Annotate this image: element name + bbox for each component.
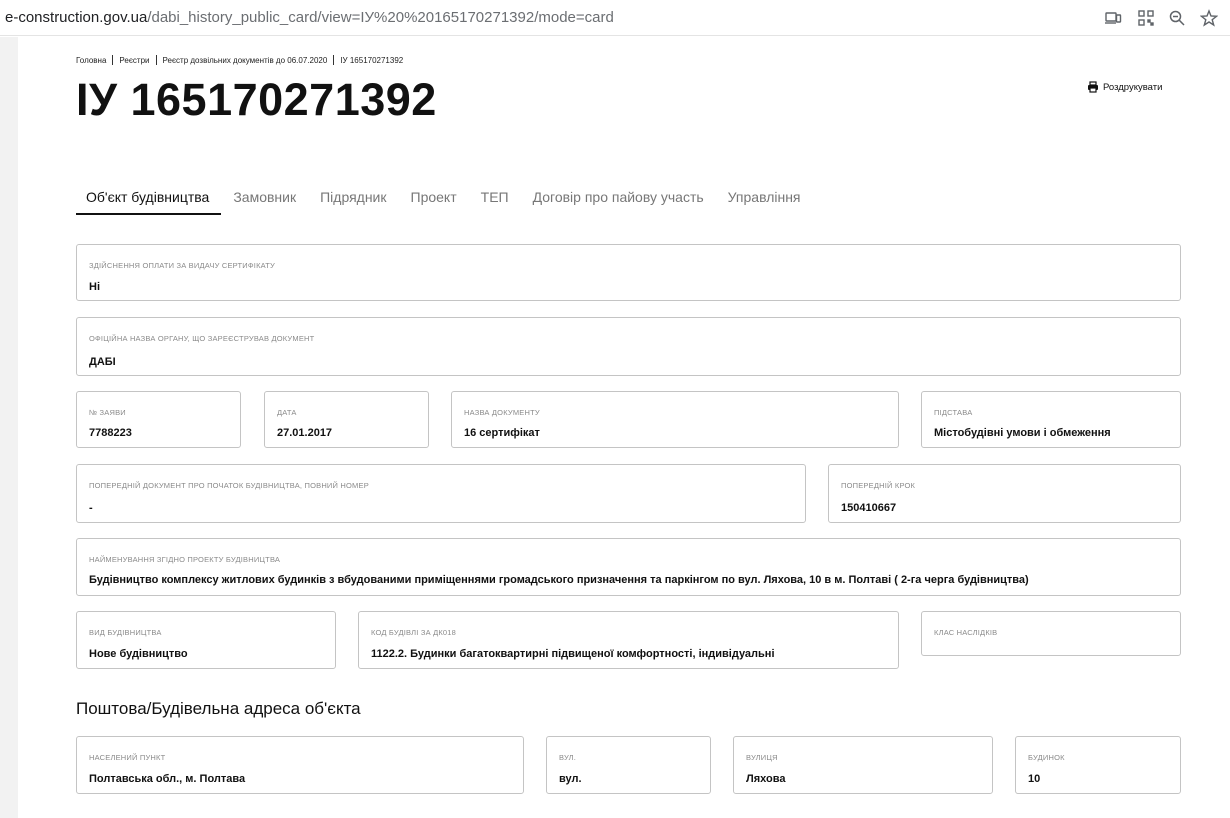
tab-contractor[interactable]: Підрядник xyxy=(320,185,398,215)
field-label: Будинок xyxy=(1028,753,1065,762)
breadcrumb-separator xyxy=(112,55,114,65)
tabs: Об'єкт будівництва Замовник Підрядник Пр… xyxy=(76,185,825,215)
field-label: Назва документу xyxy=(464,408,540,417)
tab-project[interactable]: Проект xyxy=(411,185,469,215)
field-value: - xyxy=(89,502,93,514)
field-value: 27.01.2017 xyxy=(277,427,333,439)
field-application-no: № заяви 7788223 xyxy=(76,391,241,448)
field-value: Ляхова xyxy=(746,773,786,785)
field-label: Вулиця xyxy=(746,753,778,762)
breadcrumb-registry[interactable]: Реєстр дозвільних документів до 06.07.20… xyxy=(163,56,328,65)
field-value: Ні xyxy=(89,281,100,293)
field-label: Попередній документ про початок будівниц… xyxy=(89,481,369,490)
field-building: Будинок 10 xyxy=(1015,736,1181,794)
field-value: 16 сертифікат xyxy=(464,427,540,439)
field-label: Клас наслідків xyxy=(934,628,998,637)
breadcrumb-separator xyxy=(155,55,157,65)
zoom-icon[interactable] xyxy=(1168,9,1186,27)
field-label: Здійснення оплати за видачу сертифікату xyxy=(89,261,275,270)
printer-icon xyxy=(1088,81,1098,93)
field-previous-step: Попередній крок 150410667 xyxy=(828,464,1181,523)
field-street: Вулиця Ляхова xyxy=(733,736,993,794)
field-label: Офіційна назва органу, що зареєстрував д… xyxy=(89,334,315,343)
star-icon[interactable] xyxy=(1200,9,1218,27)
tab-object[interactable]: Об'єкт будівництва xyxy=(76,185,222,215)
field-value: Полтавська обл., м. Полтава xyxy=(89,773,246,785)
tab-share-agreement[interactable]: Договір про пайову участь xyxy=(533,185,716,215)
field-label: Вул. xyxy=(559,753,577,762)
field-value: Нове будівництво xyxy=(89,648,188,660)
qr-code-icon[interactable] xyxy=(1137,9,1155,27)
field-value: 150410667 xyxy=(841,502,897,514)
address-section-title: Поштова/Будівельна адреса об'єкта xyxy=(76,699,361,718)
field-building-code: Код будівлі за ДК018 1122.2. Будинки баг… xyxy=(358,611,899,669)
field-value: вул. xyxy=(559,773,582,785)
devices-icon[interactable] xyxy=(1104,9,1122,27)
field-label: Код будівлі за ДК018 xyxy=(371,628,457,637)
field-value: 1122.2. Будинки багатоквартирні підвищен… xyxy=(371,648,775,660)
field-value: ДАБІ xyxy=(89,356,116,368)
breadcrumb: Головна Реєстри Реєстр дозвільних докуме… xyxy=(76,55,403,65)
breadcrumb-registries[interactable]: Реєстри xyxy=(119,56,149,65)
field-value: Містобудівні умови і обмеження xyxy=(934,427,1111,439)
field-settlement: Населений пункт Полтавська обл., м. Полт… xyxy=(76,736,524,794)
breadcrumb-separator xyxy=(333,55,335,65)
breadcrumb-current: ІУ 165170271392 xyxy=(340,55,404,65)
field-project-name: Найменування згідно проекту будівництва … xyxy=(76,538,1181,596)
field-date: Дата 27.01.2017 xyxy=(264,391,429,448)
field-street-type: Вул. вул. xyxy=(546,736,711,794)
field-previous-document: Попередній документ про початок будівниц… xyxy=(76,464,806,523)
field-consequence-class: Клас наслідків xyxy=(921,611,1181,656)
field-label: Дата xyxy=(277,408,297,417)
tab-tep[interactable]: ТЕП xyxy=(481,185,521,215)
field-label: Найменування згідно проекту будівництва xyxy=(89,555,281,564)
url-host: e-construction.gov.ua xyxy=(5,9,148,26)
field-construction-type: Вид будівництва Нове будівництво xyxy=(76,611,336,669)
field-payment: Здійснення оплати за видачу сертифікату … xyxy=(76,244,1181,301)
left-page-strip xyxy=(0,37,18,818)
print-button[interactable]: Роздрукувати xyxy=(1087,81,1162,93)
field-label: № заяви xyxy=(89,408,126,417)
field-label: Попередній крок xyxy=(841,481,916,490)
field-authority: Офіційна назва органу, що зареєстрував д… xyxy=(76,317,1181,376)
field-value: 10 xyxy=(1028,773,1041,785)
field-basis: Підстава Містобудівні умови і обмеження xyxy=(921,391,1181,448)
breadcrumb-home[interactable]: Головна xyxy=(76,56,106,65)
tab-management[interactable]: Управління xyxy=(728,185,813,215)
page-title: ІУ 165170271392 xyxy=(76,74,437,125)
field-label: Підстава xyxy=(934,408,973,417)
field-label: Населений пункт xyxy=(89,753,166,762)
field-label: Вид будівництва xyxy=(89,628,162,637)
print-label: Роздрукувати xyxy=(1103,81,1163,93)
field-value: Будівництво комплексу житлових будинків … xyxy=(89,574,1029,586)
url-path: /dabi_history_public_card/view=ІУ%20%201… xyxy=(147,9,614,26)
browser-address-bar: e-construction.gov.ua/dabi_history_publi… xyxy=(0,0,1230,36)
url-field[interactable]: e-construction.gov.ua/dabi_history_publi… xyxy=(5,8,614,28)
field-value: 7788223 xyxy=(89,427,132,439)
tab-customer[interactable]: Замовник xyxy=(233,185,308,215)
field-document-name: Назва документу 16 сертифікат xyxy=(451,391,899,448)
